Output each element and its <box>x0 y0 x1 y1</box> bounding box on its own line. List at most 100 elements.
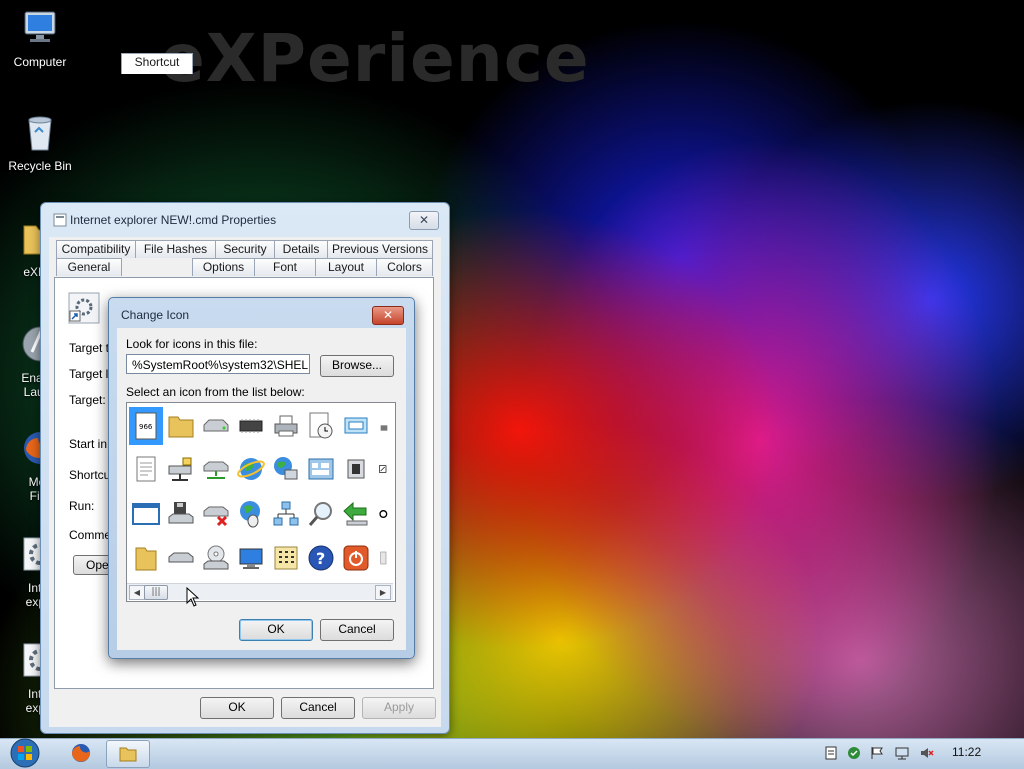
dialog-close-button[interactable]: ✕ <box>372 306 404 325</box>
icon-option[interactable] <box>304 407 338 445</box>
desktop-icon-computer[interactable]: Computer <box>0 8 80 69</box>
network-globe-icon <box>274 457 298 480</box>
folder-icon <box>168 416 194 438</box>
icon-option[interactable] <box>234 495 268 533</box>
icon-option[interactable] <box>129 539 163 577</box>
security-icon[interactable] <box>847 746 861 760</box>
network-icon[interactable] <box>895 746 909 760</box>
sync-overlay-icon <box>379 510 388 518</box>
tab-font[interactable]: Font <box>254 258 316 276</box>
tab-shortcut[interactable]: Shortcut <box>121 53 193 74</box>
icon-option[interactable] <box>164 407 198 445</box>
icon-option[interactable] <box>164 450 198 488</box>
svg-text:966: 966 <box>139 423 153 431</box>
cancel-button[interactable]: Cancel <box>281 697 355 719</box>
icon-option[interactable] <box>269 450 303 488</box>
tab-compatibility[interactable]: Compatibility <box>56 240 136 258</box>
scroll-left-icon: ◀ <box>133 588 141 597</box>
window-icon <box>344 417 368 434</box>
icon-list-scrollbar[interactable]: ◀ ||| ▶ <box>127 583 393 600</box>
taskbar-firefox-icon[interactable] <box>68 740 94 766</box>
icon-option[interactable] <box>339 539 373 577</box>
icon-option[interactable] <box>339 450 373 488</box>
ok-button[interactable]: OK <box>200 697 274 719</box>
icon-option[interactable] <box>199 495 233 533</box>
label-start-in: Start in: <box>69 437 111 451</box>
tab-file-hashes[interactable]: File Hashes <box>135 240 216 258</box>
icon-option[interactable] <box>234 450 268 488</box>
close-icon: ✕ <box>382 308 394 322</box>
scroll-thumb[interactable]: ||| <box>144 585 168 600</box>
icon-option[interactable] <box>234 407 268 445</box>
shortcut-overlay-icon <box>379 465 387 473</box>
close-button[interactable]: ✕ <box>409 211 439 230</box>
taskbar-clock[interactable]: 11:22 <box>952 745 981 759</box>
icon-option[interactable] <box>269 495 303 533</box>
globe-mouse-icon <box>240 501 260 528</box>
icon-option[interactable] <box>129 495 163 533</box>
icon-option[interactable] <box>199 450 233 488</box>
tab-previous-versions[interactable]: Previous Versions <box>327 240 433 258</box>
apply-button[interactable]: Apply <box>362 697 436 719</box>
icon-option[interactable] <box>199 539 233 577</box>
icon-option[interactable] <box>234 539 268 577</box>
flag-icon[interactable] <box>870 746 884 760</box>
grip-icon: ||| <box>151 587 161 597</box>
volume-muted-icon[interactable] <box>920 746 934 760</box>
icon-option[interactable] <box>199 407 233 445</box>
tab-layout[interactable]: Layout <box>315 258 377 276</box>
tab-details[interactable]: Details <box>274 240 328 258</box>
taskbar-explorer-button[interactable] <box>106 740 150 768</box>
icon-option[interactable]: 966 <box>129 407 163 445</box>
icon-option[interactable] <box>129 450 163 488</box>
icon-option[interactable] <box>339 495 373 533</box>
icon-option[interactable] <box>374 407 394 445</box>
label-run: Run: <box>69 499 95 513</box>
mouse-pointer-icon <box>186 587 200 607</box>
scroll-right-icon: ▶ <box>379 588 387 597</box>
search-icon <box>308 502 332 526</box>
dialog-cancel-button[interactable]: Cancel <box>320 619 394 641</box>
partial-icon-2 <box>380 551 387 565</box>
dialog-ok-button[interactable]: OK <box>239 619 313 641</box>
tab-security[interactable]: Security <box>215 240 275 258</box>
icon-option[interactable] <box>304 450 338 488</box>
network-icon <box>273 501 299 526</box>
icon-option[interactable] <box>374 539 394 577</box>
tab-colors[interactable]: Colors <box>376 258 433 276</box>
icon-option[interactable] <box>339 407 373 445</box>
open-file-location-button[interactable]: Oper <box>73 555 113 575</box>
scroll-left-button[interactable]: ◀ <box>129 585 145 600</box>
scroll-right-button[interactable]: ▶ <box>375 585 391 600</box>
browse-button[interactable]: Browse... <box>320 355 394 377</box>
icon-option[interactable] <box>164 539 198 577</box>
printer-icon <box>274 415 298 437</box>
blank-window-icon <box>132 503 160 525</box>
notes-icon[interactable] <box>824 746 838 760</box>
icon-option[interactable]: ? <box>304 539 338 577</box>
desktop-icon-recycle-bin[interactable]: Recycle Bin <box>0 112 80 173</box>
open-folder-icon <box>135 547 157 571</box>
window-title-icon <box>53 213 67 227</box>
icon-option[interactable] <box>374 495 394 533</box>
icon-option[interactable] <box>269 407 303 445</box>
label-shortcut-key: Shortcut <box>69 468 114 482</box>
text-file-icon <box>136 456 156 482</box>
shortcut-file-icon <box>68 292 100 324</box>
desktop-icon-label: Recycle Bin <box>8 159 72 173</box>
help-icon: ? <box>308 545 334 571</box>
partial-icon <box>380 425 388 431</box>
icon-option[interactable] <box>304 495 338 533</box>
clock-icon <box>309 412 333 439</box>
icon-file-path-input[interactable]: %SystemRoot%\system32\SHELL32.dll <box>126 354 310 374</box>
icon-option[interactable] <box>374 450 394 488</box>
start-button-icon[interactable] <box>6 738 44 768</box>
icon-option[interactable] <box>269 539 303 577</box>
icon-list[interactable]: 966 ? <box>126 402 396 602</box>
folder-icon <box>119 747 137 762</box>
tab-general[interactable]: General <box>56 258 122 276</box>
power-icon <box>343 545 369 571</box>
icon-option[interactable] <box>164 495 198 533</box>
tab-options[interactable]: Options <box>192 258 255 276</box>
control-panel-icon <box>308 458 334 480</box>
